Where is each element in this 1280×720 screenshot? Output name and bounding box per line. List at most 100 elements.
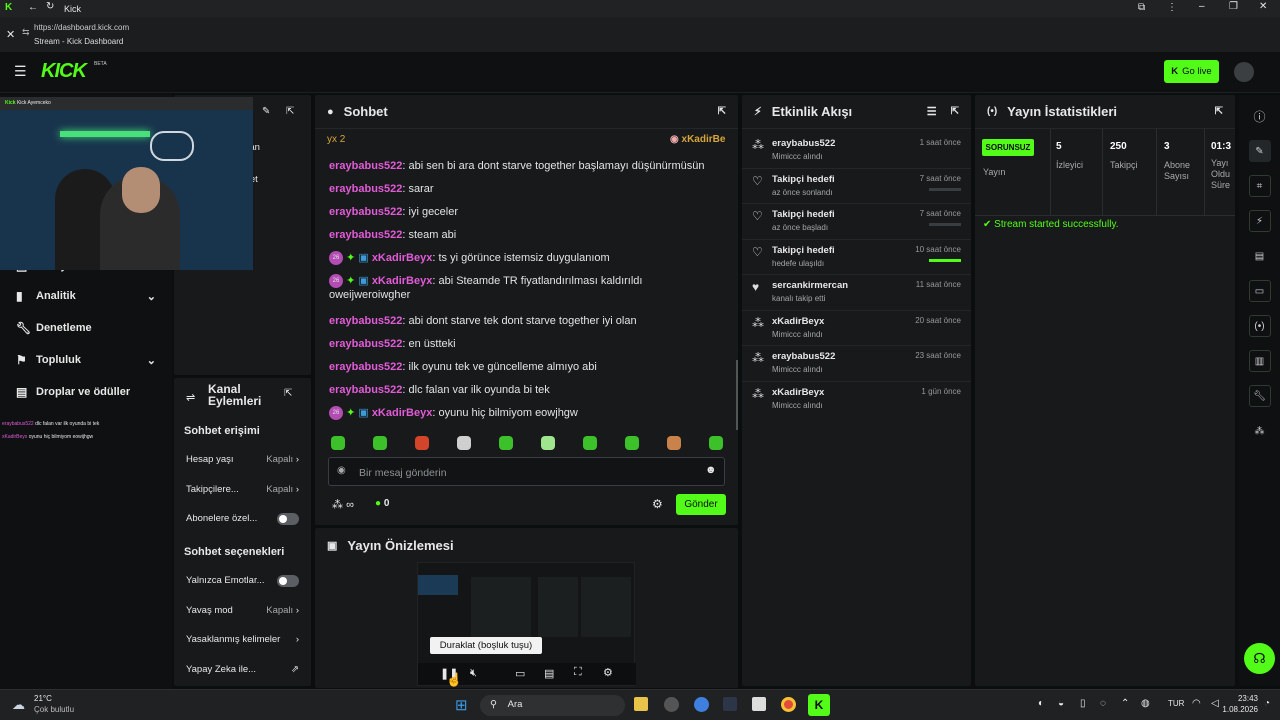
notification-bell-icon[interactable]: ◔ (1264, 698, 1270, 709)
fullscreen-icon[interactable]: ⛶ (574, 666, 582, 679)
clock-date[interactable]: 1.08.2026 (1204, 705, 1258, 714)
document-icon[interactable]: ▤ (1249, 245, 1271, 267)
tray-app-icon[interactable]: ◐ (1038, 698, 1044, 709)
slow-mode-row[interactable]: Yavaş mod Kapalı › (174, 596, 311, 626)
weather-text[interactable]: Çok bulutlu (34, 705, 74, 714)
sidebar-item-community[interactable]: ⚑ Topluluk ⌄ (0, 344, 172, 376)
battery-icon[interactable]: ▯ (1080, 698, 1086, 709)
settings-gear-icon[interactable]: ⚙ (603, 666, 613, 679)
file-explorer-icon[interactable] (634, 697, 648, 711)
popout-icon[interactable]: ⇱ (1215, 106, 1223, 117)
emote-icon[interactable] (709, 436, 723, 450)
wrench-icon[interactable]: 🔧︎ (1248, 385, 1271, 407)
followers-only-row[interactable]: Takipçilere... Kapalı › (174, 475, 311, 505)
emote-icon[interactable] (331, 436, 345, 450)
emote-icon[interactable] (583, 436, 597, 450)
popout-icon[interactable]: ⇱ (284, 388, 292, 399)
emoji-icon[interactable]: ☻ (705, 464, 717, 476)
obs-icon[interactable] (664, 697, 679, 712)
send-button[interactable]: Gönder (676, 494, 726, 515)
activity-item[interactable]: ⁂ eraybabus522 Mimiccc alındı 23 saat önce (742, 346, 971, 382)
emote-icon[interactable] (373, 436, 387, 450)
taskbar-search[interactable]: ⚲ Ara (480, 695, 625, 716)
sidebar-item-drops[interactable]: ▤ Droplar ve ödüller (0, 376, 172, 408)
emote-icon[interactable] (457, 436, 471, 450)
chat-input-placeholder[interactable]: Bir mesaj gönderin (359, 467, 447, 479)
coins-icon[interactable]: ⁂ (1249, 420, 1271, 442)
activity-item[interactable]: ♥ sercankirmercan kanalı takip etti 11 saat… (742, 275, 971, 311)
preview-video[interactable]: Duraklat (boşluk tuşu) ❚❚ 🔇︎ ▭ ▤ ⛶ ⚙ (417, 562, 636, 686)
back-icon[interactable]: ← (28, 2, 38, 13)
app-icon[interactable] (752, 697, 766, 711)
reload-icon[interactable]: ↻ (46, 1, 54, 12)
chat-settings-gear-icon[interactable]: ⚙ (652, 497, 663, 511)
activity-item[interactable]: ⁂ xKadirBeyx Mimiccc alındı 1 gün önce (742, 382, 971, 418)
emote-icon[interactable] (415, 436, 429, 450)
verified-badge-icon: ▣ (358, 275, 369, 287)
tray-app-icon[interactable]: ◍ (1141, 698, 1150, 709)
edge-icon[interactable] (694, 697, 709, 712)
activity-item[interactable]: ♡ Takipçi hedefi az önce başladı 7 saat önc… (742, 204, 971, 240)
crop-icon[interactable]: ⌗ (1248, 175, 1271, 197)
broadcast-icon[interactable]: (•) (1248, 315, 1271, 337)
popout-icon[interactable]: ⇱ (951, 106, 959, 117)
clip-icon[interactable]: ▤ (544, 667, 554, 680)
chat-icon[interactable]: ▭ (1248, 280, 1271, 302)
edit-icon[interactable]: ✎ (1248, 140, 1271, 162)
extensions-icon[interactable]: ⧉ (1138, 2, 1145, 13)
kick-app-icon[interactable]: K (808, 694, 830, 716)
wifi-icon[interactable]: ◠ (1192, 698, 1201, 709)
emote-icon[interactable] (499, 436, 513, 450)
kick-logo[interactable]: KICK (41, 60, 87, 83)
activity-item[interactable]: ♡ Takipçi hedefi hedefe ulaşıldı 10 saat ön… (742, 240, 971, 275)
theater-icon[interactable]: ▭ (515, 667, 525, 680)
popout-icon[interactable]: ⇱ (718, 106, 726, 117)
info-icon[interactable]: ⓘ (1249, 105, 1271, 127)
activity-item[interactable]: ⁂ eraybabus522 Mimiccc alındı 1 saat önce (742, 133, 971, 169)
tray-app-icon[interactable]: ◒ (1058, 698, 1064, 709)
tray-app-icon[interactable]: ◌ (1100, 698, 1106, 709)
minimize-icon[interactable]: – (1199, 1, 1205, 12)
sidebar-item-analytics[interactable]: ▮ Analitik ⌄ (0, 280, 172, 312)
chat-scrollbar[interactable] (736, 360, 738, 430)
emote-icon[interactable] (541, 436, 555, 450)
support-headset-icon[interactable]: ☊ (1244, 643, 1275, 674)
chrome-icon[interactable] (781, 697, 796, 712)
close-window-icon[interactable]: ✕ (1259, 1, 1267, 12)
temperature[interactable]: 21°C (34, 694, 52, 703)
points-display[interactable]: ● 0 (375, 498, 389, 509)
tab-title[interactable]: Kick (64, 4, 81, 14)
filter-icon[interactable]: ☰ (927, 105, 937, 118)
mute-icon[interactable]: 🔇︎ (470, 667, 477, 680)
chat-input-box[interactable]: ◉ Bir mesaj gönderin ☻ (328, 457, 725, 486)
hamburger-menu-icon[interactable]: ☰ (14, 63, 27, 80)
restore-icon[interactable]: ❐ (1229, 1, 1238, 12)
app-icon[interactable] (723, 697, 737, 711)
sidebar-item-moderation[interactable]: 🔧︎ Denetleme (0, 312, 172, 344)
lightning-icon[interactable]: ⚡︎ (1248, 210, 1271, 232)
activity-item[interactable]: ⁂ xKadirBeyx Mimiccc alındı 20 saat önce (742, 311, 971, 346)
go-live-button[interactable]: K Go live (1164, 60, 1219, 83)
popout-icon[interactable]: ⇱ (286, 106, 294, 117)
emote-icon[interactable] (625, 436, 639, 450)
language-indicator[interactable]: TUR (1168, 699, 1184, 708)
emote-icon[interactable] (667, 436, 681, 450)
menu-dots-icon[interactable]: ⋮ (1167, 2, 1177, 13)
layout-icon[interactable]: ▥ (1248, 350, 1271, 372)
close-popup-icon[interactable]: ✕ (6, 28, 15, 41)
activity-item[interactable]: ♡ Takipçi hedefi az önce sonlandı 7 saat ön… (742, 169, 971, 204)
edit-icon[interactable]: ✎ (262, 106, 270, 117)
ai-moderation-row[interactable]: Yapay Zeka ile... ⇗ (174, 655, 311, 685)
subscribers-only-toggle[interactable] (277, 512, 299, 525)
divider (1050, 129, 1051, 215)
windows-start-icon[interactable]: ⊞ (455, 696, 468, 714)
account-age-row[interactable]: Hesap yaşı Kapalı › (174, 445, 311, 475)
site-settings-icon[interactable]: ⇆ (22, 27, 30, 38)
url-text[interactable]: https://dashboard.kick.com (34, 23, 129, 32)
banned-words-row[interactable]: Yasaklanmış kelimeler › (174, 625, 311, 655)
clock-time[interactable]: 23:43 (1220, 694, 1258, 703)
rewards-button[interactable]: ⁂ ∞ (332, 498, 354, 511)
emote-only-toggle[interactable] (277, 574, 299, 587)
avatar[interactable] (1234, 62, 1254, 82)
tray-chevron-icon[interactable]: ⌃ (1121, 698, 1129, 709)
